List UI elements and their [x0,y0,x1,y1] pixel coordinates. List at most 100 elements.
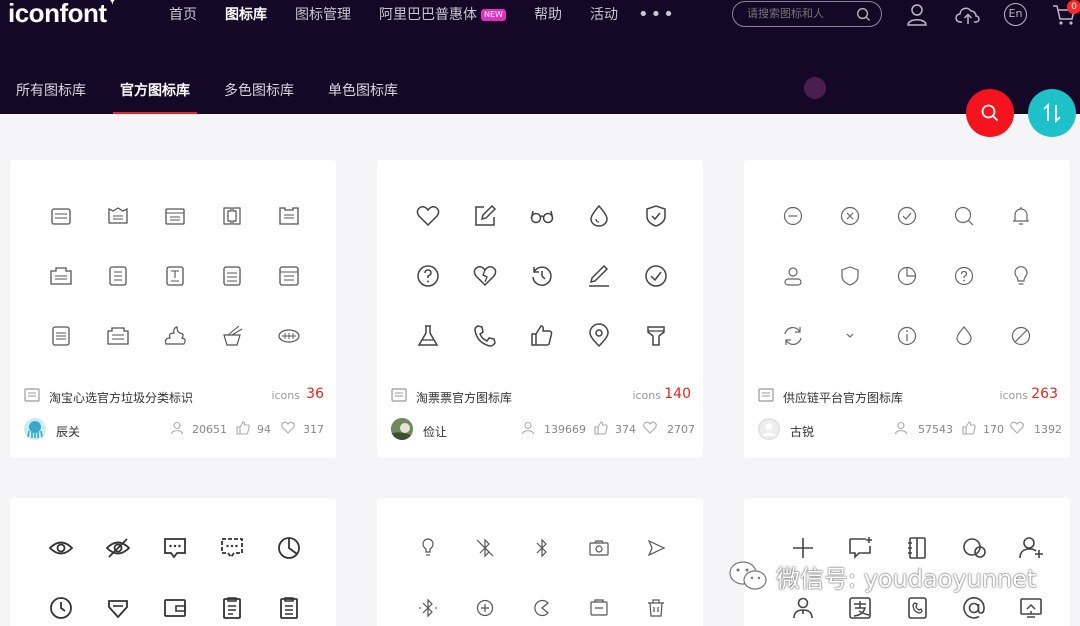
eye-off-icon [105,538,131,558]
flask-icon [417,325,439,346]
wechat-watermark: 微信号: youdaoyunnet [728,554,1036,598]
tab-monochrome-libraries[interactable]: 单色图标库 [328,80,398,114]
question-circle-icon [417,265,439,287]
thumbs-up-icon[interactable] [962,421,976,435]
new-badge: NEW [481,9,506,21]
card-title-row: 供应链平台官方图标库 icons 263 [758,385,1058,405]
avatar[interactable] [391,418,413,440]
lightbulb-icon [1014,266,1028,285]
clipboard-list-icon [280,597,298,619]
author-name[interactable]: 辰关 [56,423,80,440]
thumbs-up-icon[interactable] [236,421,250,435]
thumbs-up-outline-icon [531,325,553,346]
location-pin-icon [589,323,609,348]
check-circle-icon [645,265,667,287]
icon-library-card[interactable]: 供应链平台官方图标库 icons 263 古锐 57543 170 1392 [744,160,1070,458]
screen-share-icon [1020,598,1042,618]
other-waste-sign-icon [223,207,241,225]
library-title[interactable]: 淘宝心选官方垃圾分类标识 [49,389,193,406]
floating-search-button[interactable] [966,89,1014,137]
search-input[interactable] [747,7,857,20]
library-title[interactable]: 淘票票官方图标库 [416,389,512,406]
fish-bone-waste-icon [278,329,300,343]
views-count: 139669 [544,423,586,436]
decorative-dot [804,77,826,99]
library-title[interactable]: 供应链平台官方图标库 [783,389,903,406]
likes-count: 94 [257,423,271,436]
more-menu-icon[interactable]: ••• [638,4,676,25]
user-icon[interactable] [906,3,928,27]
card-reader-icon [590,599,608,616]
message-dots-icon [164,538,186,559]
recyclable-sign-icon [51,208,71,225]
drop-icon [590,204,608,227]
icons-count: 263 [1031,386,1058,402]
cart-count-badge: 0 [1067,0,1080,14]
library-icon [24,388,40,402]
library-icon [391,388,407,402]
trash-icon [648,599,664,617]
library-tabs: 所有图标库 官方图标库 多色图标库 单色图标库 [0,80,416,114]
author-name[interactable]: 古锐 [790,423,814,440]
alipay-icon [849,597,871,619]
heart-icon[interactable] [643,421,657,434]
sort-icon [1043,102,1061,124]
views-user-icon [170,421,184,435]
wechat-logo-icon [729,561,767,590]
tab-official-libraries[interactable]: 官方图标库 [113,80,197,114]
question-circle-icon [954,266,974,286]
language-switch[interactable]: En [1004,3,1027,26]
nav-icon-library[interactable]: 图标库 [225,4,267,24]
nav-alibaba-font[interactable]: 阿里巴巴普惠体 NEW [379,4,506,24]
tab-all-libraries[interactable]: 所有图标库 [16,80,86,114]
shield-check-icon [646,205,666,227]
wallet-icon [164,599,186,617]
minus-circle-icon [783,206,803,226]
dry-waste-t-sign-icon [166,266,184,286]
trophy-cup-icon [647,326,665,346]
tab-multicolor-libraries[interactable]: 多色图标库 [224,80,294,114]
3d-glasses-icon [530,210,554,224]
search-icon[interactable] [856,7,871,22]
refresh-icon [784,326,802,346]
author-name[interactable]: 俭让 [423,423,447,440]
icon-library-card[interactable] [377,498,703,626]
library-icon [758,388,774,402]
wet-waste-sign-icon [109,266,127,286]
top-header: iconfont✦ 首页 图标库 图标管理 阿里巴巴普惠体NEW 帮助 活动 •… [0,0,1080,114]
card-meta: 俭让 139669 374 2707 [391,418,695,440]
hazardous-waste-sign-icon [279,207,299,225]
avatar[interactable] [24,418,46,440]
icon-library-card[interactable]: 淘宝心选官方垃圾分类标识 icons 36 辰关 20651 94 317 [10,160,336,458]
icons-count: 140 [664,386,691,402]
upload-cloud-icon[interactable] [955,3,981,27]
heart-icon[interactable] [281,421,295,434]
nav-home[interactable]: 首页 [169,4,197,24]
logo[interactable]: iconfont✦ [8,0,118,29]
send-arrow-icon [647,539,666,557]
hazard-waste-box-sign-icon [279,266,299,286]
heart-outline-icon [416,206,440,227]
thumbs-up-icon[interactable] [594,421,608,435]
likes-count: 170 [983,423,1004,436]
pacman-timer-icon [534,599,549,617]
icon-library-card[interactable] [10,498,336,626]
views-user-icon [521,421,535,435]
icon-library-card[interactable]: 淘票票官方图标库 icons 140 俭让 139669 374 2707 [377,160,703,458]
views-user-icon [894,421,908,435]
floating-sort-button[interactable] [1028,89,1076,137]
user-group-icon [793,597,813,619]
poop-waste-icon [164,326,186,345]
nav-help[interactable]: 帮助 [534,4,562,24]
heart-icon[interactable] [1010,421,1024,434]
nav-icon-management[interactable]: 图标管理 [295,4,351,24]
forbidden-icon [1011,326,1031,346]
search-icon [981,104,999,122]
search-box [732,1,882,27]
likes-count: 374 [615,423,636,436]
default-avatar-icon [758,418,780,440]
phone-icon [474,325,496,347]
avatar[interactable] [758,418,780,440]
clock-history-icon [532,266,552,286]
nav-activity[interactable]: 活动 [590,4,618,24]
